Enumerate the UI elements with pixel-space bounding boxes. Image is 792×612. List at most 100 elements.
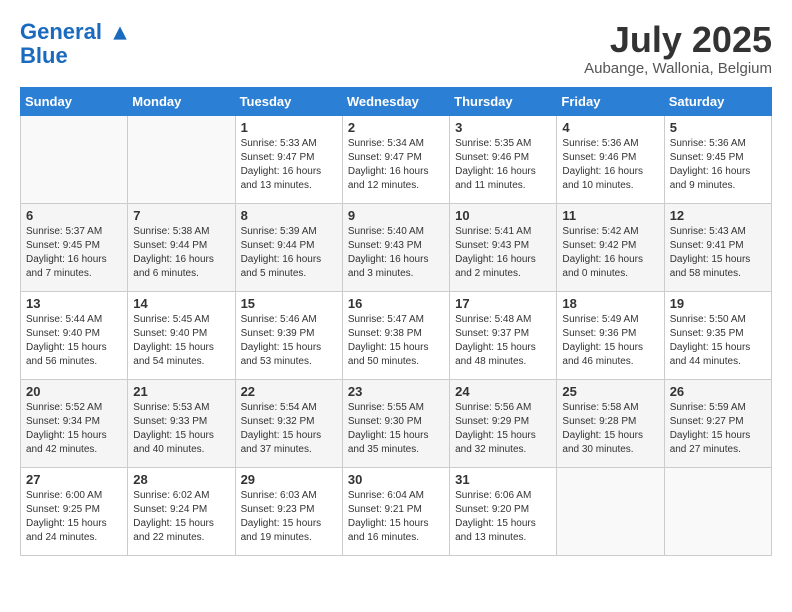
calendar-cell: 13Sunrise: 5:44 AM Sunset: 9:40 PM Dayli… xyxy=(21,291,128,379)
day-info: Sunrise: 5:44 AM Sunset: 9:40 PM Dayligh… xyxy=(26,313,122,369)
day-info: Sunrise: 6:03 AM Sunset: 9:23 PM Dayligh… xyxy=(241,489,337,545)
day-info: Sunrise: 5:39 AM Sunset: 9:44 PM Dayligh… xyxy=(241,225,337,281)
calendar-cell: 7Sunrise: 5:38 AM Sunset: 9:44 PM Daylig… xyxy=(128,203,235,291)
calendar-cell: 26 Sunrise: 5:59 AM Sunset: 9:27 PM Dayli… xyxy=(664,379,771,467)
day-info: Sunrise: 5:41 AM Sunset: 9:43 PM Dayligh… xyxy=(455,225,551,281)
header-monday: Monday xyxy=(128,87,235,115)
header-tuesday: Tuesday xyxy=(235,87,342,115)
logo-text-blue: Blue xyxy=(20,44,130,68)
day-info: Sunrise: 5:40 AM Sunset: 9:43 PM Dayligh… xyxy=(348,225,444,281)
calendar-cell: 12 Sunrise: 5:43 AM Sunset: 9:41 PM Dayli… xyxy=(664,203,771,291)
calendar-week-row: 13Sunrise: 5:44 AM Sunset: 9:40 PM Dayli… xyxy=(21,291,772,379)
location-subtitle: Aubange, Wallonia, Belgium xyxy=(584,60,772,77)
day-number: 19 xyxy=(670,296,766,311)
calendar-table: SundayMondayTuesdayWednesdayThursdayFrid… xyxy=(20,87,772,556)
day-number: 6 xyxy=(26,208,122,223)
day-number: 8 xyxy=(241,208,337,223)
calendar-week-row: 27 Sunrise: 6:00 AM Sunset: 9:25 PM Dayli… xyxy=(21,467,772,555)
day-number: 30 xyxy=(348,472,444,487)
logo: General Blue xyxy=(20,20,130,68)
calendar-cell: 9 Sunrise: 5:40 AM Sunset: 9:43 PM Daylig… xyxy=(342,203,449,291)
day-number: 9 xyxy=(348,208,444,223)
calendar-cell: 10 Sunrise: 5:41 AM Sunset: 9:43 PM Dayli… xyxy=(450,203,557,291)
header-wednesday: Wednesday xyxy=(342,87,449,115)
day-info: Sunrise: 6:00 AM Sunset: 9:25 PM Dayligh… xyxy=(26,489,122,545)
day-info: Sunrise: 5:33 AM Sunset: 9:47 PM Dayligh… xyxy=(241,137,337,193)
calendar-cell: 2 Sunrise: 5:34 AM Sunset: 9:47 PM Daylig… xyxy=(342,115,449,203)
day-info: Sunrise: 5:58 AM Sunset: 9:28 PM Dayligh… xyxy=(562,401,658,457)
day-info: Sunrise: 6:02 AM Sunset: 9:24 PM Dayligh… xyxy=(133,489,229,545)
calendar-cell: 24Sunrise: 5:56 AM Sunset: 9:29 PM Dayli… xyxy=(450,379,557,467)
day-number: 15 xyxy=(241,296,337,311)
calendar-cell: 4Sunrise: 5:36 AM Sunset: 9:46 PM Daylig… xyxy=(557,115,664,203)
day-info: Sunrise: 5:49 AM Sunset: 9:36 PM Dayligh… xyxy=(562,313,658,369)
calendar-cell: 20 Sunrise: 5:52 AM Sunset: 9:34 PM Dayli… xyxy=(21,379,128,467)
day-number: 28 xyxy=(133,472,229,487)
day-info: Sunrise: 5:45 AM Sunset: 9:40 PM Dayligh… xyxy=(133,313,229,369)
calendar-cell: 25 Sunrise: 5:58 AM Sunset: 9:28 PM Dayli… xyxy=(557,379,664,467)
logo-icon xyxy=(110,23,130,43)
day-info: Sunrise: 5:34 AM Sunset: 9:47 PM Dayligh… xyxy=(348,137,444,193)
day-info: Sunrise: 5:48 AM Sunset: 9:37 PM Dayligh… xyxy=(455,313,551,369)
day-number: 5 xyxy=(670,120,766,135)
day-info: Sunrise: 5:54 AM Sunset: 9:32 PM Dayligh… xyxy=(241,401,337,457)
calendar-cell: 22 Sunrise: 5:54 AM Sunset: 9:32 PM Dayli… xyxy=(235,379,342,467)
header-saturday: Saturday xyxy=(664,87,771,115)
calendar-cell: 30 Sunrise: 6:04 AM Sunset: 9:21 PM Dayli… xyxy=(342,467,449,555)
header-sunday: Sunday xyxy=(21,87,128,115)
day-number: 3 xyxy=(455,120,551,135)
day-info: Sunrise: 5:52 AM Sunset: 9:34 PM Dayligh… xyxy=(26,401,122,457)
day-info: Sunrise: 5:37 AM Sunset: 9:45 PM Dayligh… xyxy=(26,225,122,281)
calendar-cell: 31 Sunrise: 6:06 AM Sunset: 9:20 PM Dayli… xyxy=(450,467,557,555)
calendar-cell: 16Sunrise: 5:47 AM Sunset: 9:38 PM Dayli… xyxy=(342,291,449,379)
day-number: 18 xyxy=(562,296,658,311)
day-number: 11 xyxy=(562,208,658,223)
day-info: Sunrise: 5:36 AM Sunset: 9:45 PM Dayligh… xyxy=(670,137,766,193)
calendar-cell: 3 Sunrise: 5:35 AM Sunset: 9:46 PM Daylig… xyxy=(450,115,557,203)
header-thursday: Thursday xyxy=(450,87,557,115)
calendar-cell: 21Sunrise: 5:53 AM Sunset: 9:33 PM Dayli… xyxy=(128,379,235,467)
day-number: 10 xyxy=(455,208,551,223)
calendar-cell xyxy=(21,115,128,203)
calendar-cell xyxy=(664,467,771,555)
day-number: 7 xyxy=(133,208,229,223)
calendar-cell: 17 Sunrise: 5:48 AM Sunset: 9:37 PM Dayli… xyxy=(450,291,557,379)
day-info: Sunrise: 5:50 AM Sunset: 9:35 PM Dayligh… xyxy=(670,313,766,369)
day-info: Sunrise: 6:04 AM Sunset: 9:21 PM Dayligh… xyxy=(348,489,444,545)
calendar-week-row: 20 Sunrise: 5:52 AM Sunset: 9:34 PM Dayli… xyxy=(21,379,772,467)
calendar-cell: 19 Sunrise: 5:50 AM Sunset: 9:35 PM Dayli… xyxy=(664,291,771,379)
calendar-cell: 1Sunrise: 5:33 AM Sunset: 9:47 PM Daylig… xyxy=(235,115,342,203)
day-info: Sunrise: 5:35 AM Sunset: 9:46 PM Dayligh… xyxy=(455,137,551,193)
day-info: Sunrise: 5:43 AM Sunset: 9:41 PM Dayligh… xyxy=(670,225,766,281)
calendar-cell: 14 Sunrise: 5:45 AM Sunset: 9:40 PM Dayli… xyxy=(128,291,235,379)
day-number: 22 xyxy=(241,384,337,399)
day-number: 17 xyxy=(455,296,551,311)
calendar-cell: 28 Sunrise: 6:02 AM Sunset: 9:24 PM Dayli… xyxy=(128,467,235,555)
day-number: 31 xyxy=(455,472,551,487)
calendar-cell xyxy=(128,115,235,203)
day-info: Sunrise: 6:06 AM Sunset: 9:20 PM Dayligh… xyxy=(455,489,551,545)
day-number: 20 xyxy=(26,384,122,399)
calendar-cell: 11 Sunrise: 5:42 AM Sunset: 9:42 PM Dayli… xyxy=(557,203,664,291)
day-number: 2 xyxy=(348,120,444,135)
day-number: 23 xyxy=(348,384,444,399)
calendar-cell: 23 Sunrise: 5:55 AM Sunset: 9:30 PM Dayli… xyxy=(342,379,449,467)
day-info: Sunrise: 5:42 AM Sunset: 9:42 PM Dayligh… xyxy=(562,225,658,281)
day-number: 12 xyxy=(670,208,766,223)
day-info: Sunrise: 5:53 AM Sunset: 9:33 PM Dayligh… xyxy=(133,401,229,457)
calendar-week-row: 6 Sunrise: 5:37 AM Sunset: 9:45 PM Daylig… xyxy=(21,203,772,291)
day-number: 14 xyxy=(133,296,229,311)
day-number: 26 xyxy=(670,384,766,399)
day-number: 25 xyxy=(562,384,658,399)
calendar-cell: 18 Sunrise: 5:49 AM Sunset: 9:36 PM Dayli… xyxy=(557,291,664,379)
calendar-cell: 15Sunrise: 5:46 AM Sunset: 9:39 PM Dayli… xyxy=(235,291,342,379)
day-number: 4 xyxy=(562,120,658,135)
calendar-cell: 8 Sunrise: 5:39 AM Sunset: 9:44 PM Daylig… xyxy=(235,203,342,291)
month-title: July 2025 xyxy=(584,20,772,60)
day-info: Sunrise: 5:55 AM Sunset: 9:30 PM Dayligh… xyxy=(348,401,444,457)
calendar-cell: 27 Sunrise: 6:00 AM Sunset: 9:25 PM Dayli… xyxy=(21,467,128,555)
day-info: Sunrise: 5:59 AM Sunset: 9:27 PM Dayligh… xyxy=(670,401,766,457)
day-info: Sunrise: 5:56 AM Sunset: 9:29 PM Dayligh… xyxy=(455,401,551,457)
day-number: 27 xyxy=(26,472,122,487)
header-friday: Friday xyxy=(557,87,664,115)
